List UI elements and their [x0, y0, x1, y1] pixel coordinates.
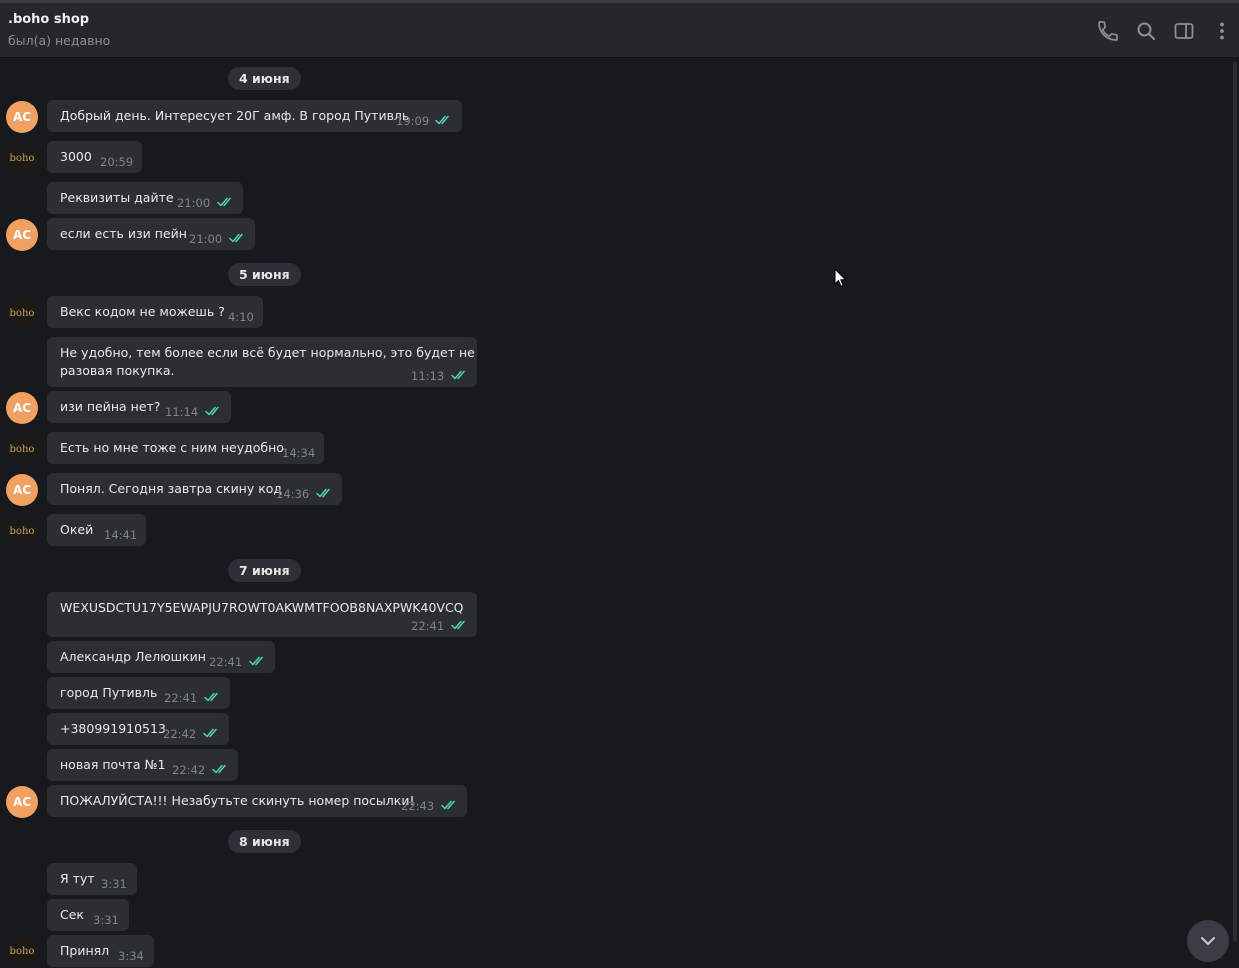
- message-text: 3000: [60, 149, 92, 164]
- double-check-icon: [229, 233, 243, 243]
- message-bubble[interactable]: Векс кодом не можешь ? 4:10: [47, 296, 263, 328]
- avatar[interactable]: boho: [6, 297, 38, 329]
- message-text: Окей: [60, 522, 94, 537]
- message-time: 22:41: [164, 691, 198, 705]
- avatar[interactable]: AC: [6, 474, 38, 506]
- double-check-icon: [451, 620, 465, 630]
- message-bubble[interactable]: Есть но мне тоже с ним неудобно 14:34: [47, 432, 324, 464]
- avatar[interactable]: AC: [6, 219, 38, 251]
- message-text: новая почта №1: [60, 757, 166, 772]
- message-text: +380991910513: [60, 721, 166, 736]
- message-time: 11:14: [165, 405, 199, 419]
- chat-header: .boho shop был(а) недавно: [0, 3, 1239, 58]
- message-text: WEXUSDCTU17Y5EWAPJU7ROWT0AKWMTFOOB8NAXPW…: [60, 600, 464, 615]
- message-time: 3:34: [118, 949, 144, 963]
- message-text: Принял: [60, 943, 110, 958]
- message-bubble[interactable]: Окей 14:41: [47, 514, 146, 546]
- message-bubble[interactable]: Принял 3:34: [47, 935, 154, 967]
- message-time: 22:42: [172, 763, 206, 777]
- phone-icon[interactable]: [1096, 19, 1120, 43]
- message-bubble[interactable]: WEXUSDCTU17Y5EWAPJU7ROWT0AKWMTFOOB8NAXPW…: [47, 592, 477, 637]
- message-time: 20:59: [100, 155, 134, 169]
- double-check-icon: [316, 488, 330, 498]
- avatar[interactable]: boho: [6, 433, 38, 465]
- message-time: 22:43: [401, 799, 435, 813]
- message-text: город Путивль: [60, 685, 158, 700]
- message-time: 3:31: [93, 913, 119, 927]
- double-check-icon: [451, 370, 465, 380]
- message-time: 14:36: [276, 487, 310, 501]
- message-bubble[interactable]: Сек 3:31: [47, 899, 129, 931]
- message-bubble[interactable]: Понял. Сегодня завтра скину код 14:36: [47, 473, 342, 505]
- message-text: если есть изи пейн: [60, 226, 187, 241]
- message-time: 4:10: [228, 310, 254, 324]
- message-time: 14:34: [282, 446, 316, 460]
- message-time: 22:42: [163, 727, 197, 741]
- double-check-icon: [249, 656, 263, 666]
- message-text: Есть но мне тоже с ним неудобно: [60, 440, 284, 455]
- message-bubble[interactable]: Не удобно, тем более если всё будет норм…: [47, 337, 477, 387]
- message-bubble[interactable]: ПОЖАЛУЙСТА!!! Незабутьте скинуть номер п…: [47, 785, 467, 817]
- date-separator: 7 июня: [228, 559, 301, 582]
- more-vertical-icon[interactable]: [1210, 19, 1234, 43]
- message-bubble[interactable]: Реквизиты дайте 21:00: [47, 182, 243, 214]
- avatar[interactable]: boho: [6, 142, 38, 174]
- chat-title[interactable]: .boho shop: [8, 12, 89, 27]
- message-text: Не удобно, тем более если всё будет норм…: [60, 345, 475, 360]
- chat-status: был(а) недавно: [8, 33, 111, 48]
- message-time: 19:09: [396, 114, 430, 128]
- double-check-icon: [435, 115, 449, 125]
- message-time: 21:00: [189, 232, 223, 246]
- message-text: Реквизиты дайте: [60, 190, 174, 205]
- message-time: 3:31: [101, 877, 127, 891]
- date-separator: 8 июня: [228, 830, 301, 853]
- message-bubble[interactable]: новая почта №1 22:42: [47, 749, 238, 781]
- search-icon[interactable]: [1134, 19, 1158, 43]
- message-bubble[interactable]: Я тут 3:31: [47, 863, 137, 895]
- message-bubble[interactable]: +380991910513 22:42: [47, 713, 229, 745]
- double-check-icon: [205, 406, 219, 416]
- message-bubble[interactable]: если есть изи пейн 21:00: [47, 218, 255, 250]
- message-bubble[interactable]: Александр Лелюшкин 22:41: [47, 641, 275, 673]
- avatar[interactable]: boho: [6, 515, 38, 547]
- message-text: Александр Лелюшкин: [60, 649, 206, 664]
- message-bubble[interactable]: 3000 20:59: [47, 141, 142, 173]
- message-time: 22:41: [209, 655, 243, 669]
- message-text: Я тут: [60, 871, 95, 886]
- message-bubble[interactable]: изи пейна нет? 11:14: [47, 391, 231, 423]
- message-text: Понял. Сегодня завтра скину код: [60, 481, 283, 496]
- message-time: 21:00: [177, 196, 211, 210]
- double-check-icon: [441, 800, 455, 810]
- message-text: Добрый день. Интересует 20Г амф. В город…: [60, 108, 410, 123]
- avatar[interactable]: boho: [6, 935, 38, 967]
- date-separator: 4 июня: [228, 67, 301, 90]
- mouse-cursor-icon: [834, 268, 847, 288]
- message-text-line-2: разовая покупка.: [60, 363, 175, 378]
- avatar[interactable]: AC: [6, 786, 38, 818]
- avatar[interactable]: AC: [6, 392, 38, 424]
- double-check-icon: [212, 764, 226, 774]
- chevron-down-icon: [1201, 937, 1215, 945]
- message-text: Векс кодом не можешь ?: [60, 304, 225, 319]
- message-time: 11:13: [411, 369, 445, 383]
- scroll-to-bottom-button[interactable]: [1187, 920, 1229, 962]
- avatar[interactable]: AC: [6, 101, 38, 133]
- double-check-icon: [204, 692, 218, 702]
- message-bubble[interactable]: город Путивль 22:41: [47, 677, 230, 709]
- double-check-icon: [217, 197, 231, 207]
- message-time: 14:41: [104, 528, 138, 542]
- message-text: изи пейна нет?: [60, 399, 161, 414]
- message-text: Сек: [60, 907, 84, 922]
- message-bubble[interactable]: Добрый день. Интересует 20Г амф. В город…: [47, 100, 462, 132]
- double-check-icon: [203, 728, 217, 738]
- message-text: ПОЖАЛУЙСТА!!! Незабутьте скинуть номер п…: [60, 793, 415, 808]
- sidebar-toggle-icon[interactable]: [1172, 19, 1196, 43]
- date-separator: 5 июня: [228, 263, 301, 286]
- scrollbar[interactable]: [1233, 62, 1237, 942]
- message-time: 22:41: [411, 619, 445, 633]
